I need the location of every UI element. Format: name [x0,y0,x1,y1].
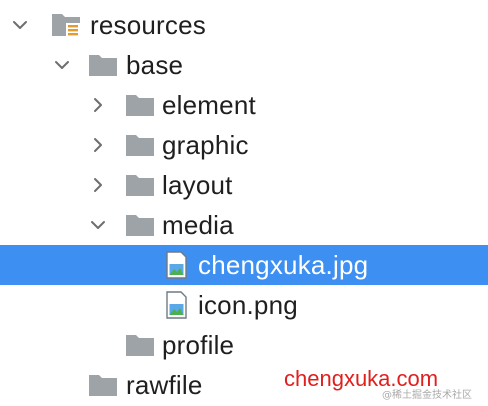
tree-row-resources[interactable]: resources [0,5,488,45]
tree-label-icon-png: icon.png [198,289,298,320]
tree-label-resources: resources [90,9,206,40]
tree-label-chengxuka-jpg: chengxuka.jpg [198,249,369,280]
tree-label-graphic: graphic [162,129,249,160]
image-file-icon [159,290,193,320]
project-tree: resources base element graphic layout me… [0,0,488,406]
folder-icon [123,210,157,240]
tree-label-element: element [162,89,256,120]
folder-icon [123,130,157,160]
tree-row-graphic[interactable]: graphic [0,125,488,165]
chevron-down-icon[interactable] [10,15,30,35]
tree-row-icon-png[interactable]: icon.png [0,285,488,325]
tree-row-element[interactable]: element [0,85,488,125]
tree-label-profile: profile [162,329,235,360]
folder-icon [123,90,157,120]
tree-row-media[interactable]: media [0,205,488,245]
image-file-icon [159,250,193,280]
chevron-down-icon[interactable] [88,215,108,235]
tree-row-profile[interactable]: profile [0,325,488,365]
resources-folder-icon [50,10,84,40]
folder-icon [123,170,157,200]
tree-row-layout[interactable]: layout [0,165,488,205]
chevron-down-icon[interactable] [52,55,72,75]
tree-row-base[interactable]: base [0,45,488,85]
tree-row-chengxuka-jpg[interactable]: chengxuka.jpg [0,245,488,285]
folder-icon [86,370,120,400]
folder-icon [123,330,157,360]
tree-label-media: media [162,209,234,240]
chevron-right-icon[interactable] [88,135,108,155]
chevron-right-icon[interactable] [88,95,108,115]
watermark-faint: @稀土掘金技术社区 [382,390,472,401]
tree-label-rawfile: rawfile [126,369,203,400]
folder-icon [86,50,120,80]
tree-label-layout: layout [162,169,233,200]
tree-label-base: base [126,49,184,80]
chevron-right-icon[interactable] [88,175,108,195]
